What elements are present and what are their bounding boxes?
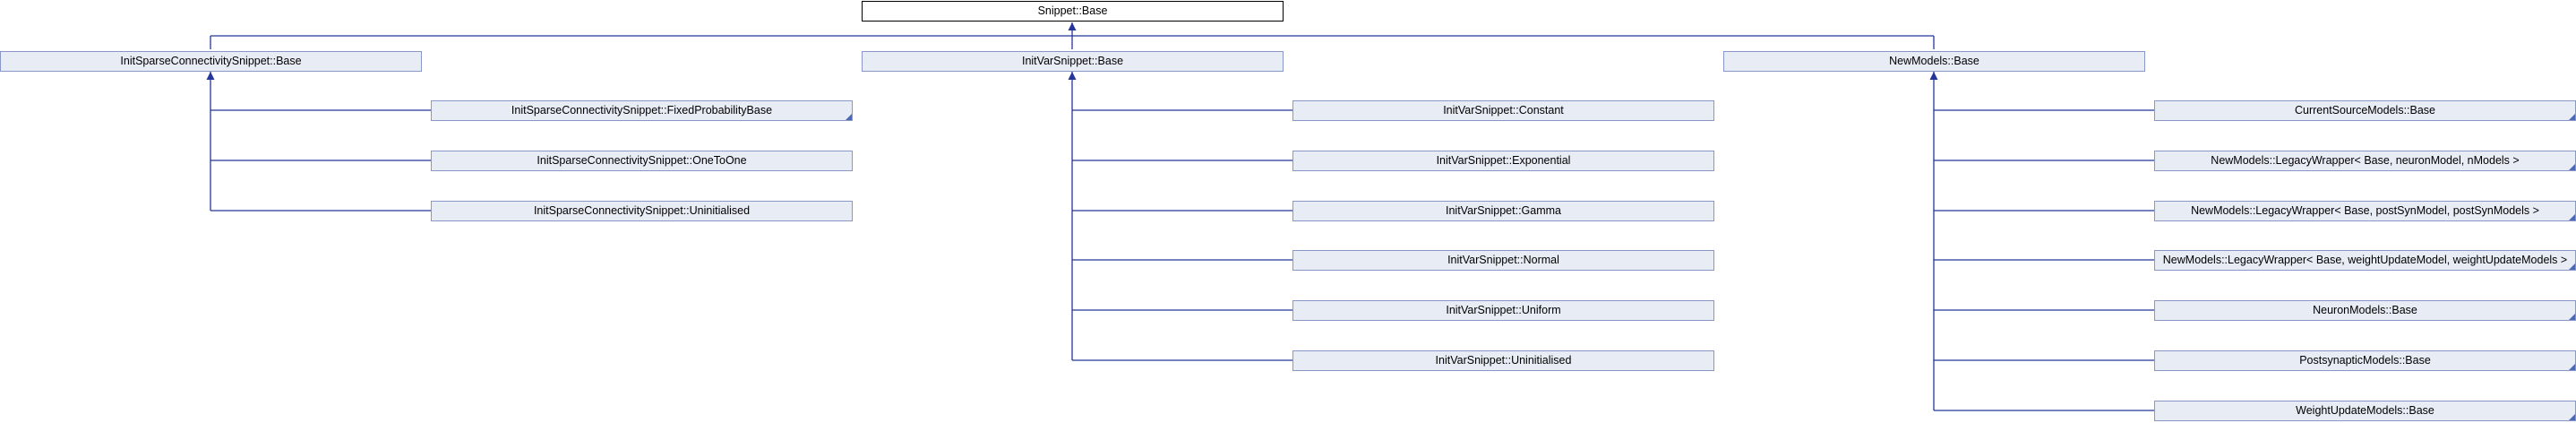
class-node-postsynaptic-models-base[interactable]: PostsynapticModels::Base [2154,350,2576,371]
class-node-label: InitSparseConnectivitySnippet::Uninitial… [533,204,751,217]
class-node-label: InitSparseConnectivitySnippet::Base [120,55,302,67]
class-node-fixed-probability-base[interactable]: InitSparseConnectivitySnippet::FixedProb… [431,100,853,121]
class-node-label: InitVarSnippet::Constant [1443,104,1564,117]
class-node-label: WeightUpdateModels::Base [2296,404,2434,417]
class-node-sparse-uninitialised[interactable]: InitSparseConnectivitySnippet::Uninitial… [431,201,853,221]
class-node-label: InitVarSnippet::Uninitialised [1435,354,1572,367]
class-node-label: InitVarSnippet::Uniform [1446,304,1561,316]
class-node-label: NewModels::LegacyWrapper< Base, weightUp… [2162,254,2568,266]
class-node-initvar-uninitialised[interactable]: InitVarSnippet::Uninitialised [1292,350,1714,371]
class-node-label: InitSparseConnectivitySnippet::OneToOne [537,154,747,167]
class-node-label: InitVarSnippet::Exponential [1436,154,1571,167]
class-node-initvar-normal[interactable]: InitVarSnippet::Normal [1292,250,1714,271]
class-node-init-sparse-connectivity-snippet-base[interactable]: InitSparseConnectivitySnippet::Base [0,51,422,72]
class-node-weight-update-models-base[interactable]: WeightUpdateModels::Base [2154,401,2576,421]
class-node-initvar-exponential[interactable]: InitVarSnippet::Exponential [1292,151,1714,171]
class-node-label: InitVarSnippet::Base [1021,55,1124,67]
class-node-new-models-base[interactable]: NewModels::Base [1723,51,2145,72]
class-node-initvar-uniform[interactable]: InitVarSnippet::Uniform [1292,300,1714,321]
class-node-init-var-snippet-base[interactable]: InitVarSnippet::Base [862,51,1284,72]
class-node-label: InitVarSnippet::Normal [1447,254,1559,266]
class-node-legacy-wrapper-weightupdate[interactable]: NewModels::LegacyWrapper< Base, weightUp… [2154,250,2576,271]
class-node-label: InitVarSnippet::Gamma [1446,204,1561,217]
class-node-legacy-wrapper-neuron[interactable]: NewModels::LegacyWrapper< Base, neuronMo… [2154,151,2576,171]
class-node-label: NewModels::LegacyWrapper< Base, neuronMo… [2211,154,2520,167]
class-node-sparse-one-to-one[interactable]: InitSparseConnectivitySnippet::OneToOne [431,151,853,171]
class-node-label: NeuronModels::Base [2313,304,2417,316]
class-node-current-source-models-base[interactable]: CurrentSourceModels::Base [2154,100,2576,121]
class-node-legacy-wrapper-postsyn[interactable]: NewModels::LegacyWrapper< Base, postSynM… [2154,201,2576,221]
class-node-neuron-models-base[interactable]: NeuronModels::Base [2154,300,2576,321]
class-node-label: NewModels::Base [1889,55,1979,67]
class-node-label: Snippet::Base [1037,4,1108,17]
class-node-label: CurrentSourceModels::Base [2294,104,2436,117]
class-node-initvar-gamma[interactable]: InitVarSnippet::Gamma [1292,201,1714,221]
class-node-snippet-base[interactable]: Snippet::Base [862,1,1284,22]
class-node-label: InitSparseConnectivitySnippet::FixedProb… [511,104,773,117]
class-node-label: NewModels::LegacyWrapper< Base, postSynM… [2191,204,2539,217]
class-node-label: PostsynapticModels::Base [2299,354,2431,367]
class-node-initvar-constant[interactable]: InitVarSnippet::Constant [1292,100,1714,121]
